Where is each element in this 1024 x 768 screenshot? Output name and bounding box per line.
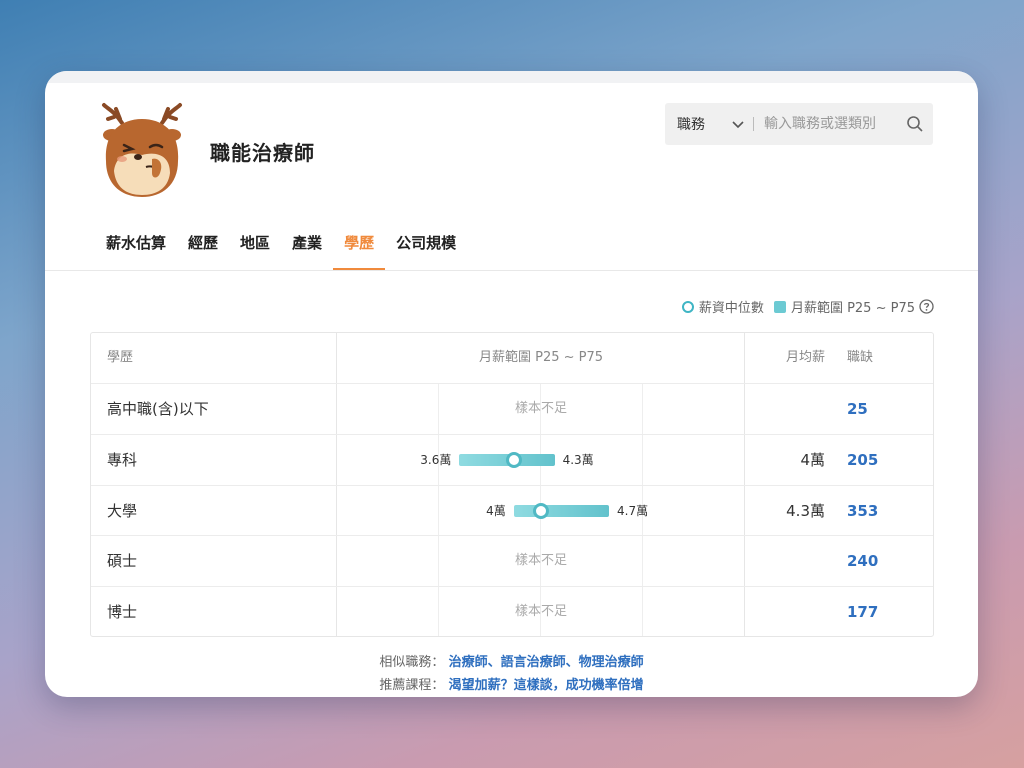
p25-label: 3.6萬 [420, 453, 452, 467]
search-input[interactable] [764, 116, 896, 132]
openings-link[interactable]: 177 [847, 587, 878, 637]
table-row: 高中職(含)以下 樣本不足 25 [91, 384, 933, 434]
salary-tabs: 薪水估算 經歷 地區 產業 學歷 公司規模 [95, 223, 467, 271]
help-icon[interactable] [919, 299, 934, 314]
chart-legend: 薪資中位數 月薪範圍 P25 ~ P75 [681, 297, 934, 316]
education-label: 碩士 [107, 552, 138, 570]
average-salary: 4萬 [800, 451, 825, 469]
job-title: 職能治療師 [210, 141, 315, 165]
tab-salary-estimate[interactable]: 薪水估算 [95, 223, 177, 271]
education-label: 專科 [107, 451, 138, 469]
tabs-divider [45, 270, 978, 271]
salary-card: 職能治療師 職務 薪水估算 經歷 地區 產業 學歷 公司規模 薪資中位數 月薪範… [45, 71, 978, 697]
range-legend-label: 月薪範圍 P25 ~ P75 [790, 301, 915, 316]
openings-link[interactable]: 25 [847, 384, 868, 434]
table-row: 碩士 樣本不足 240 [91, 536, 933, 586]
search-icon[interactable] [906, 115, 924, 133]
table-row: 博士 樣本不足 177 [91, 587, 933, 637]
table-row: 專科 3.6萬 4.3萬 4萬 205 [91, 435, 933, 485]
recommended-course: 推薦課程： 渴望加薪？這樣談，成功機率倍增 [45, 674, 978, 693]
tab-industry[interactable]: 產業 [281, 223, 333, 271]
similar-jobs-label: 相似職務： [379, 655, 445, 670]
chevron-down-icon[interactable] [731, 117, 745, 131]
similar-jobs-links[interactable]: 治療師、語言治療師、物理治療師 [449, 655, 644, 670]
deer-mascot-avatar [102, 103, 182, 197]
openings-link[interactable]: 205 [847, 435, 878, 485]
job-search-bar: 職務 [665, 103, 933, 145]
median-marker [533, 503, 549, 519]
table-row: 大學 4萬 4.7萬 4.3萬 353 [91, 486, 933, 536]
search-divider [753, 117, 754, 131]
education-label: 博士 [107, 603, 138, 621]
education-salary-table: 學歷 月薪範圍 P25 ~ P75 月均薪 職缺 高中職(含)以下 樣本不足 2… [90, 332, 934, 637]
card-top-strip [45, 71, 978, 83]
insufficient-sample-text: 樣本不足 [514, 401, 567, 416]
insufficient-sample-text: 樣本不足 [514, 553, 567, 568]
tab-region[interactable]: 地區 [229, 223, 281, 271]
header-openings: 職缺 [847, 350, 874, 365]
recommended-course-label: 推薦課程： [379, 678, 445, 693]
tab-company-size[interactable]: 公司規模 [385, 223, 467, 271]
range-legend-icon [773, 300, 786, 313]
recommended-course-link[interactable]: 渴望加薪？這樣談，成功機率倍增 [449, 678, 644, 693]
header-education: 學歷 [107, 350, 134, 365]
header-avg: 月均薪 [785, 350, 825, 365]
openings-link[interactable]: 240 [847, 536, 878, 586]
p75-label: 4.7萬 [617, 504, 649, 518]
average-salary: 4.3萬 [786, 502, 825, 520]
header-range: 月薪範圍 P25 ~ P75 [478, 350, 604, 365]
similar-jobs: 相似職務： 治療師、語言治療師、物理治療師 [45, 651, 978, 670]
salary-range-bar [513, 505, 609, 517]
median-legend-label: 薪資中位數 [698, 301, 764, 316]
education-label: 高中職(含)以下 [107, 400, 209, 418]
p25-label: 4萬 [486, 504, 506, 518]
median-marker [505, 452, 522, 468]
insufficient-sample-text: 樣本不足 [514, 604, 567, 619]
p75-label: 4.3萬 [562, 453, 594, 467]
openings-link[interactable]: 353 [847, 486, 878, 536]
median-legend-icon [681, 300, 694, 313]
category-select[interactable]: 職務 [677, 114, 713, 134]
tab-experience[interactable]: 經歷 [177, 223, 229, 271]
education-label: 大學 [107, 502, 138, 520]
tab-education[interactable]: 學歷 [333, 223, 386, 271]
